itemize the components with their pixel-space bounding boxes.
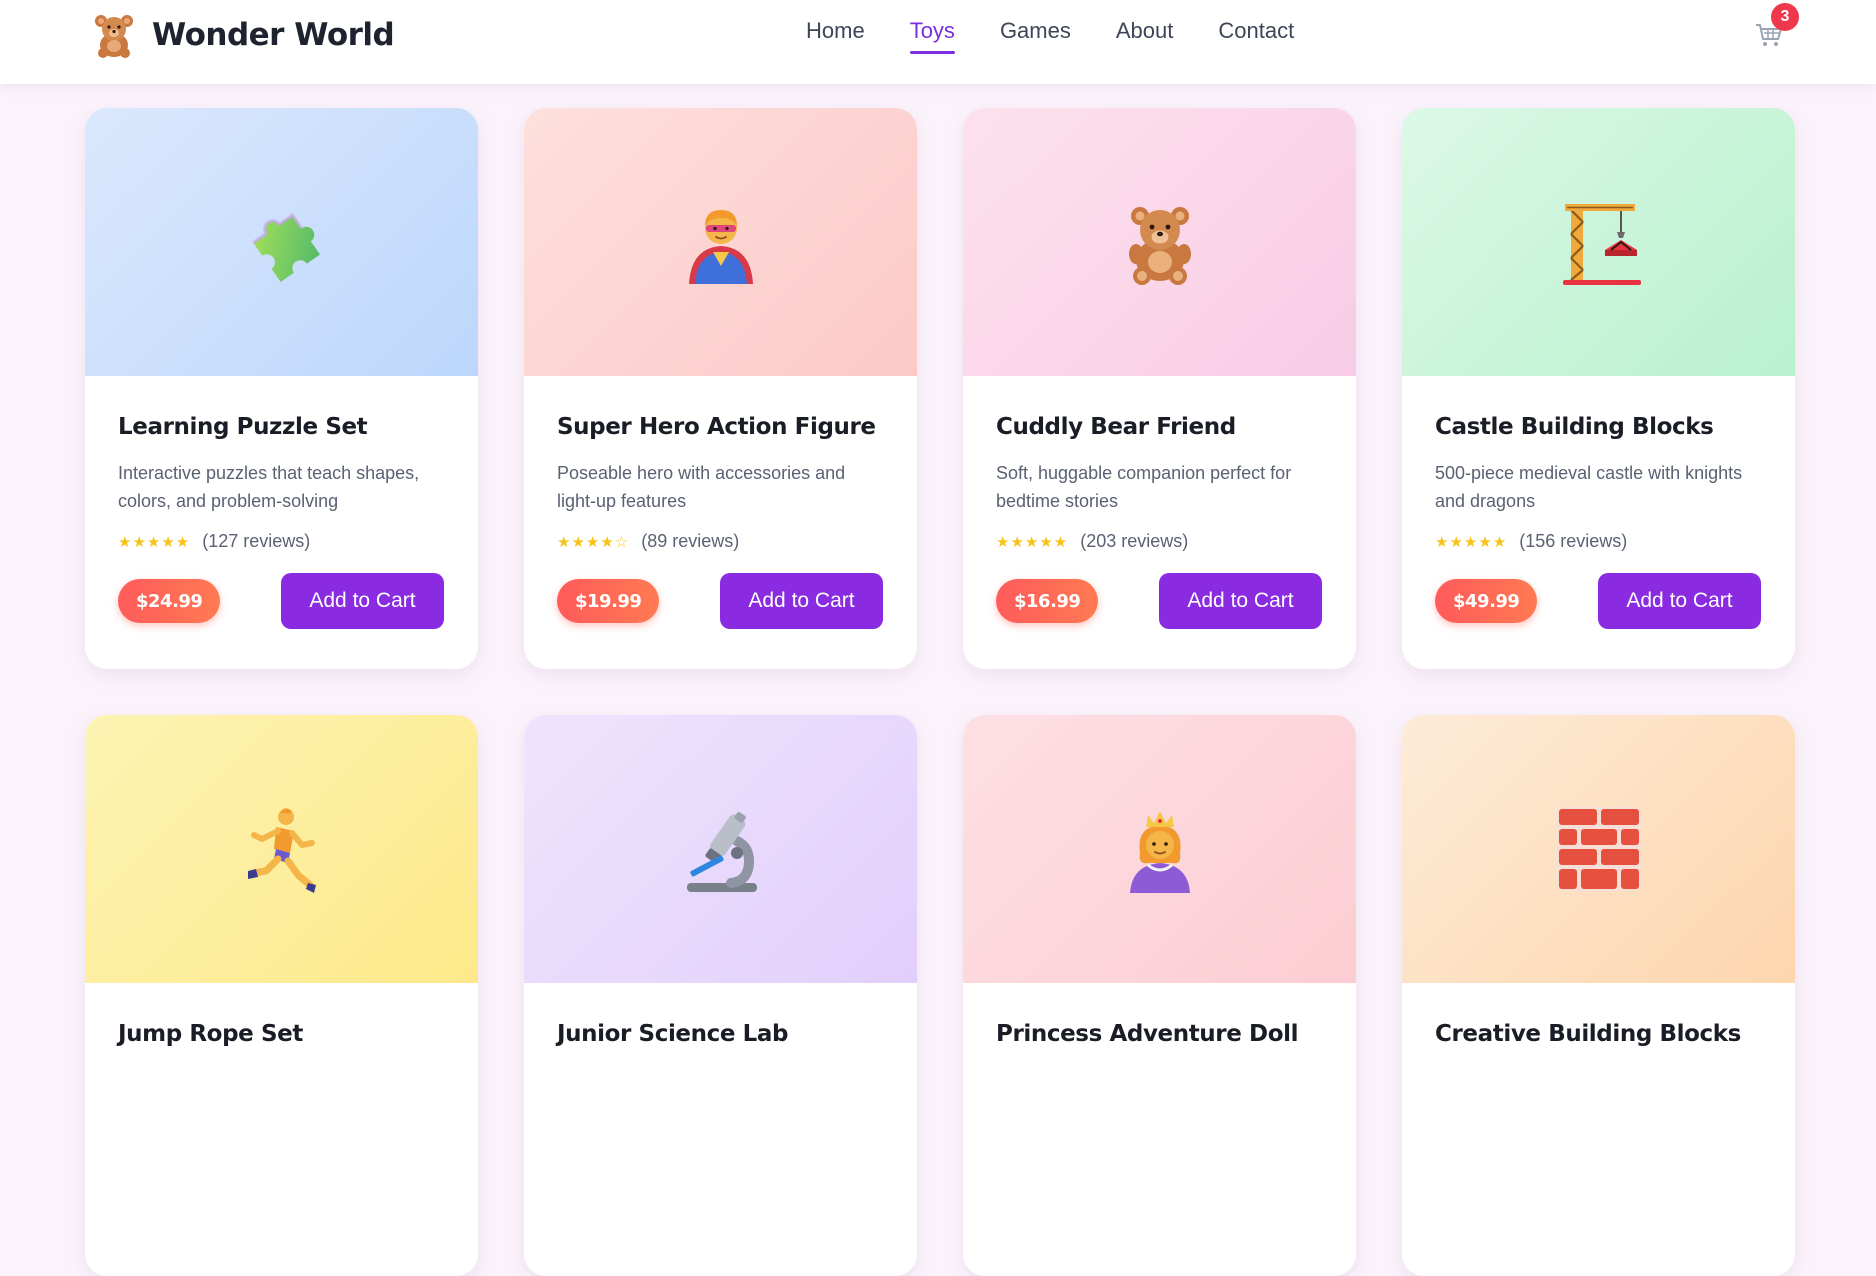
product-image[interactable] — [85, 108, 478, 376]
product-title[interactable]: Learning Puzzle Set — [118, 414, 444, 440]
teddy-bear-icon — [95, 15, 133, 58]
main-nav: Home Toys Games About Contact — [806, 18, 1339, 54]
brand[interactable]: Wonder World — [92, 12, 395, 58]
superhero-icon — [688, 210, 753, 284]
star-rating-icon: ★★★★☆ — [557, 533, 630, 551]
nav-toys[interactable]: Toys — [909, 18, 956, 54]
puzzle-piece-icon — [251, 213, 320, 282]
construction-crane-icon — [1562, 204, 1641, 285]
nav-home[interactable]: Home — [806, 18, 865, 54]
nav-about[interactable]: About — [1116, 18, 1174, 54]
star-rating-icon: ★★★★★ — [996, 533, 1069, 551]
product-image[interactable] — [963, 108, 1356, 376]
product-title[interactable]: Castle Building Blocks — [1435, 414, 1761, 440]
review-count: (203 reviews) — [1080, 531, 1189, 551]
star-rating-icon: ★★★★★ — [118, 533, 191, 551]
product-title[interactable]: Junior Science Lab — [557, 1021, 883, 1047]
product-card: Princess Adventure Doll — [963, 715, 1356, 1276]
product-grid: Learning Puzzle Set Interactive puzzles … — [85, 108, 1795, 1276]
add-to-cart-button[interactable]: Add to Cart — [281, 573, 444, 629]
product-rating: ★★★★★ (203 reviews) — [996, 531, 1322, 552]
price-badge: $49.99 — [1435, 579, 1538, 623]
product-description: Interactive puzzles that teach shapes, c… — [118, 463, 420, 511]
product-image[interactable] — [524, 715, 917, 983]
star-rating-icon: ★★★★★ — [1435, 533, 1508, 551]
product-image[interactable] — [963, 715, 1356, 983]
product-rating: ★★★★★ (156 reviews) — [1435, 531, 1761, 552]
product-title[interactable]: Super Hero Action Figure — [557, 414, 883, 440]
product-description: 500-piece medieval castle with knights a… — [1435, 463, 1743, 511]
brick-icon — [1556, 807, 1641, 891]
product-card: Castle Building Blocks 500-piece medieva… — [1402, 108, 1795, 669]
product-image[interactable] — [85, 715, 478, 983]
product-title[interactable]: Cuddly Bear Friend — [996, 414, 1322, 440]
princess-icon — [1129, 811, 1190, 893]
teddy-bear-icon — [1128, 207, 1191, 285]
product-image[interactable] — [1402, 108, 1795, 376]
product-description: Poseable hero with accessories and light… — [557, 463, 846, 511]
add-to-cart-button[interactable]: Add to Cart — [720, 573, 883, 629]
site-header: Wonder World Home Toys Games About Conta… — [0, 0, 1876, 84]
microscope-icon — [686, 812, 757, 892]
price-badge: $24.99 — [118, 579, 221, 623]
product-card: Junior Science Lab — [524, 715, 917, 1276]
product-card: Jump Rope Set — [85, 715, 478, 1276]
review-count: (89 reviews) — [641, 531, 740, 551]
product-card: Cuddly Bear Friend Soft, huggable compan… — [963, 108, 1356, 669]
product-card: Super Hero Action Figure Poseable hero w… — [524, 108, 917, 669]
add-to-cart-button[interactable]: Add to Cart — [1598, 573, 1761, 629]
product-description: Soft, huggable companion perfect for bed… — [996, 463, 1292, 511]
price-badge: $19.99 — [557, 579, 660, 623]
review-count: (127 reviews) — [202, 531, 311, 551]
product-title[interactable]: Princess Adventure Doll — [996, 1021, 1322, 1047]
add-to-cart-button[interactable]: Add to Cart — [1159, 573, 1322, 629]
product-rating: ★★★★★ (127 reviews) — [118, 531, 444, 552]
product-image[interactable] — [524, 108, 917, 376]
product-rating: ★★★★☆ (89 reviews) — [557, 531, 883, 552]
brand-name: Wonder World — [152, 17, 395, 53]
product-title[interactable]: Jump Rope Set — [118, 1021, 444, 1047]
running-person-icon — [247, 808, 316, 893]
price-badge: $16.99 — [996, 579, 1099, 623]
cart-count-badge: 3 — [1771, 3, 1799, 31]
review-count: (156 reviews) — [1519, 531, 1628, 551]
product-card: Learning Puzzle Set Interactive puzzles … — [85, 108, 478, 669]
product-image[interactable] — [1402, 715, 1795, 983]
product-title[interactable]: Creative Building Blocks — [1435, 1021, 1761, 1047]
product-card: Creative Building Blocks — [1402, 715, 1795, 1276]
nav-contact[interactable]: Contact — [1218, 18, 1294, 54]
nav-games[interactable]: Games — [1000, 18, 1071, 54]
